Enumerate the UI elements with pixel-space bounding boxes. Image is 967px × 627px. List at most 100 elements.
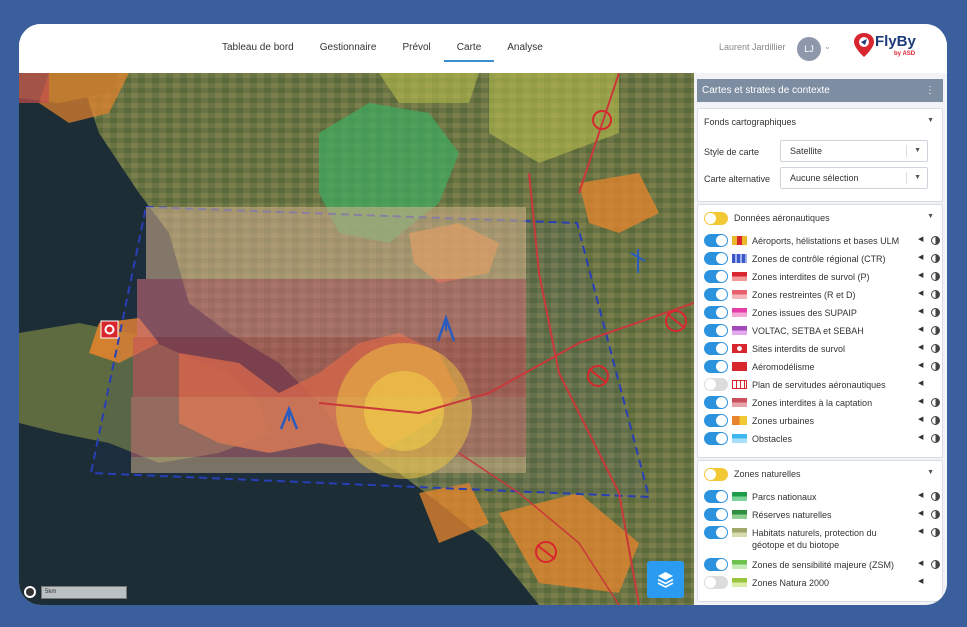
panel-title: Cartes et strates de contexte [702,85,830,96]
caret-down-icon[interactable]: ▼ [927,117,934,124]
expand-arrow-icon[interactable]: ◀ [918,235,923,243]
nav-tableau-de-bord[interactable]: Tableau de bord [209,24,307,62]
layer-toggle[interactable] [704,234,728,247]
layer-toggle[interactable] [704,526,728,539]
opacity-icon[interactable] [931,326,940,335]
layer-label: Aéroports, hélistations et bases ULM [752,236,900,246]
nature-master-toggle[interactable] [704,468,728,481]
opacity-icon[interactable] [931,254,940,263]
expand-arrow-icon[interactable]: ◀ [918,271,923,279]
expand-arrow-icon[interactable]: ◀ [918,397,923,405]
basemap-title[interactable]: Fonds cartographiques [704,117,796,127]
layer-toggle[interactable] [704,490,728,503]
layer-toggle[interactable] [704,324,728,337]
select-caret-icon: ▼ [914,174,921,181]
opacity-icon[interactable] [931,492,940,501]
expand-arrow-icon[interactable]: ◀ [918,509,923,517]
opacity-icon[interactable] [931,308,940,317]
nav-gestionnaire[interactable]: Gestionnaire [307,24,390,62]
expand-arrow-icon[interactable]: ◀ [918,491,923,499]
legend-swatch [732,272,747,281]
more-menu-icon[interactable]: ⋮ [925,79,935,102]
opacity-icon[interactable] [931,528,940,537]
layer-toggle[interactable] [704,378,728,391]
layer-row-voltac[interactable]: VOLTAC, SETBA et SEBAH ◀ [704,322,940,340]
avatar[interactable]: LJ [797,37,821,61]
layer-label: Obstacles [752,434,793,444]
layer-toggle[interactable] [704,360,728,373]
opacity-icon[interactable] [931,560,940,569]
layer-toggle[interactable] [704,288,728,301]
layer-toggle[interactable] [704,576,728,589]
expand-arrow-icon[interactable]: ◀ [918,577,923,585]
expand-arrow-icon[interactable]: ◀ [918,415,923,423]
map-view[interactable]: 5km [19,73,694,605]
layer-row-zsm[interactable]: Zones de sensibilité majeure (ZSM) ◀ [704,556,940,574]
alt-map-select[interactable]: Aucune sélection ▼ [780,167,928,189]
nav-prevol[interactable]: Prévol [389,24,443,62]
layer-toggle[interactable] [704,396,728,409]
opacity-icon[interactable] [931,236,940,245]
expand-arrow-icon[interactable]: ◀ [918,307,923,315]
nav-analyse[interactable]: Analyse [494,24,556,62]
caret-down-icon[interactable]: ▼ [927,469,934,476]
layer-row-natura2000[interactable]: Zones Natura 2000 ◀ [704,574,940,592]
layer-toggle[interactable] [704,508,728,521]
layer-row-prohibited-sites[interactable]: Sites interdits de survol ◀ [704,340,940,358]
expand-arrow-icon[interactable]: ◀ [918,559,923,567]
nature-title[interactable]: Zones naturelles [734,469,801,479]
layer-toggle[interactable] [704,432,728,445]
select-caret-icon: ▼ [914,147,921,154]
layers-button[interactable] [647,561,684,598]
layer-row-national-parks[interactable]: Parcs nationaux ◀ [704,488,940,506]
layer-toggle[interactable] [704,558,728,571]
layer-toggle[interactable] [704,414,728,427]
caret-down-icon[interactable]: ▼ [927,213,934,220]
layer-row-reserves[interactable]: Réserves naturelles ◀ [704,506,940,524]
prohibited-site-icon[interactable] [100,320,119,339]
expand-arrow-icon[interactable]: ◀ [918,379,923,387]
compass-icon[interactable] [24,586,36,598]
opacity-icon[interactable] [931,398,940,407]
expand-arrow-icon[interactable]: ◀ [918,289,923,297]
opacity-icon[interactable] [931,344,940,353]
layer-row-aerodromes[interactable]: Aéroports, hélistations et bases ULM ◀ [704,232,940,250]
expand-arrow-icon[interactable]: ◀ [918,325,923,333]
layer-toggle[interactable] [704,306,728,319]
layer-row-servitudes[interactable]: Plan de servitudes aéronautiques ◀ [704,376,940,394]
style-select[interactable]: Satellite ▼ [780,140,928,162]
layer-toggle[interactable] [704,342,728,355]
layer-toggle[interactable] [704,252,728,265]
opacity-icon[interactable] [931,362,940,371]
layer-row-habitats[interactable]: Habitats naturels, protection du géotope… [704,524,940,554]
expand-arrow-icon[interactable]: ◀ [918,527,923,535]
layer-row-restricted[interactable]: Zones restreintes (R et D) ◀ [704,286,940,304]
expand-arrow-icon[interactable]: ◀ [918,343,923,351]
user-name[interactable]: Laurent Jardillier [719,42,786,52]
legend-swatch [732,308,747,317]
aero-master-toggle[interactable] [704,212,728,225]
opacity-icon[interactable] [931,272,940,281]
nav-carte[interactable]: Carte [443,24,495,62]
layer-row-ctr[interactable]: Zones de contrôle régional (CTR) ◀ [704,250,940,268]
legend-swatch [732,528,747,537]
map-canvas[interactable] [19,73,694,605]
opacity-icon[interactable] [931,290,940,299]
expand-arrow-icon[interactable]: ◀ [918,253,923,261]
chevron-down-icon[interactable]: ⌄ [824,42,831,51]
layer-row-obstacles[interactable]: Obstacles ◀ [704,430,940,448]
expand-arrow-icon[interactable]: ◀ [918,433,923,441]
opacity-icon[interactable] [931,434,940,443]
opacity-icon[interactable] [931,510,940,519]
layer-row-supaip[interactable]: Zones issues des SUPAIP ◀ [704,304,940,322]
opacity-icon[interactable] [931,416,940,425]
layer-label: Zones urbaines [752,416,815,426]
layer-row-prohibited[interactable]: Zones interdites de survol (P) ◀ [704,268,940,286]
layers-icon [657,572,674,588]
layer-toggle[interactable] [704,270,728,283]
layer-row-urban[interactable]: Zones urbaines ◀ [704,412,940,430]
aero-title[interactable]: Données aéronautiques [734,213,830,223]
expand-arrow-icon[interactable]: ◀ [918,361,923,369]
layer-row-model-aircraft[interactable]: Aéromodélisme ◀ [704,358,940,376]
layer-row-capture[interactable]: Zones interdites à la captation ◀ [704,394,940,412]
